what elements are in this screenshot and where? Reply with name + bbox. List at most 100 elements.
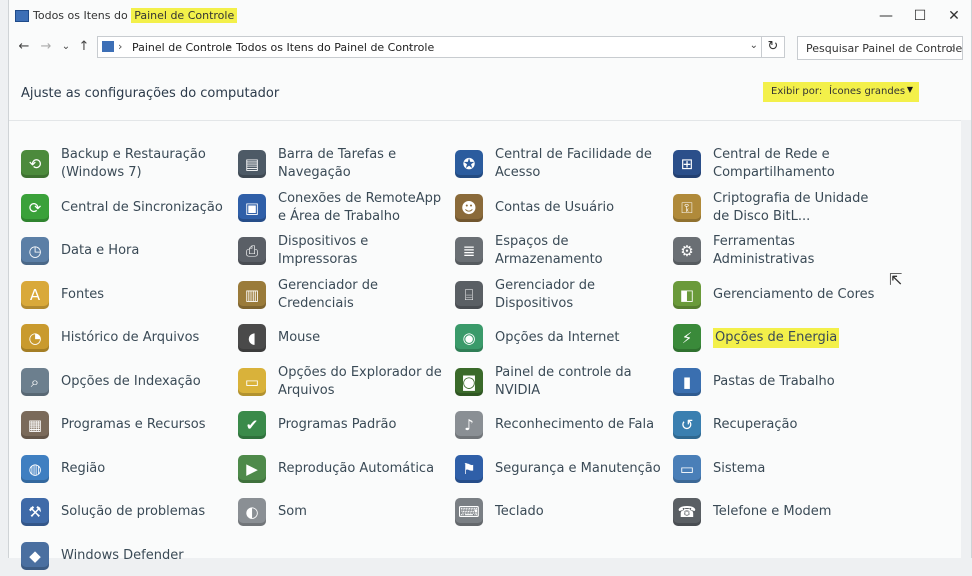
control-panel-item[interactable]: ✪ Central de Facilidade de Acesso <box>455 144 665 184</box>
control-panel-item-label[interactable]: Mouse <box>278 318 448 358</box>
control-panel-item[interactable]: ◍ Região <box>21 449 231 489</box>
control-panel-item-label[interactable]: Região <box>61 449 231 489</box>
control-panel-item-label[interactable]: Segurança e Manutenção <box>495 449 665 489</box>
view-by-value[interactable]: Ícones grandes <box>829 86 905 97</box>
address-dropdown-icon[interactable]: ⌄ <box>750 40 758 51</box>
control-panel-item[interactable]: ⟲ Backup e Restauração (Windows 7) <box>21 144 231 184</box>
control-panel-item-label[interactable]: Telefone e Modem <box>713 492 883 532</box>
view-by-selector[interactable]: Exibir por: Ícones grandes ▼ <box>763 82 919 102</box>
control-panel-item[interactable]: ◧ Gerenciamento de Cores <box>673 275 883 315</box>
control-panel-item[interactable]: ⌨ Teclado <box>455 492 665 532</box>
control-panel-item-label[interactable]: Programas e Recursos <box>61 405 231 445</box>
recent-locations-button[interactable]: ⌄ <box>57 38 75 56</box>
control-panel-item-label[interactable]: Solução de problemas <box>61 492 231 532</box>
item-label-text: Programas Padrão <box>278 417 397 432</box>
control-panel-item[interactable]: ▤ Barra de Tarefas e Navegação <box>238 144 448 184</box>
control-panel-item-label[interactable]: Ferramentas Administrativas <box>713 231 883 271</box>
control-panel-item[interactable]: ◙ Painel de controle da NVIDIA <box>455 362 665 402</box>
control-panel-item[interactable]: ≣ Espaços de Armazenamento <box>455 231 665 271</box>
control-panel-item[interactable]: ▦ Programas e Recursos <box>21 405 231 445</box>
control-panel-item[interactable]: ⎙ Dispositivos e Impressoras <box>238 231 448 271</box>
control-panel-item-label[interactable]: Gerenciador de Credenciais <box>278 275 448 315</box>
control-panel-item[interactable]: ⟳ Central de Sincronização <box>21 188 231 228</box>
minimize-button[interactable]: — <box>871 6 901 26</box>
control-panel-item[interactable]: ⌕ Opções de Indexação <box>21 362 231 402</box>
control-panel-item[interactable]: ✔ Programas Padrão <box>238 405 448 445</box>
control-panel-item-label[interactable]: Recuperação <box>713 405 883 445</box>
control-panel-item-label[interactable]: Gerenciador de Dispositivos <box>495 275 665 315</box>
control-panel-item[interactable]: ⚿ Criptografia de Unidade de Disco BitL..… <box>673 188 883 228</box>
control-panel-item[interactable]: ▥ Gerenciador de Credenciais <box>238 275 448 315</box>
control-panel-item-label[interactable]: Espaços de Armazenamento <box>495 231 665 271</box>
control-panel-item[interactable]: ◖ Mouse <box>238 318 448 358</box>
search-box[interactable]: Pesquisar Painel de Controle ⌕ <box>797 36 963 60</box>
control-panel-item-label[interactable]: Backup e Restauração (Windows 7) <box>61 144 231 184</box>
control-panel-item[interactable]: ⚙ Ferramentas Administrativas <box>673 231 883 271</box>
control-panel-item-label[interactable]: Teclado <box>495 492 665 532</box>
control-panel-item-label[interactable]: Histórico de Arquivos <box>61 318 231 358</box>
control-panel-item-label[interactable]: Data e Hora <box>61 231 231 271</box>
control-panel-item[interactable]: ◔ Histórico de Arquivos <box>21 318 231 358</box>
control-panel-item[interactable]: ♪ Reconhecimento de Fala <box>455 405 665 445</box>
control-panel-item-label[interactable]: Barra de Tarefas e Navegação <box>278 144 448 184</box>
control-panel-item[interactable]: A Fontes <box>21 275 231 315</box>
control-panel-item[interactable]: ⊞ Central de Rede e Compartilhamento <box>673 144 883 184</box>
control-panel-item[interactable]: ↺ Recuperação <box>673 405 883 445</box>
control-panel-item[interactable]: ⚑ Segurança e Manutenção <box>455 449 665 489</box>
control-panel-item-label[interactable]: Painel de controle da NVIDIA <box>495 362 665 402</box>
control-panel-item[interactable]: ⌸ Gerenciador de Dispositivos <box>455 275 665 315</box>
control-panel-item-label[interactable]: Opções do Explorador de Arquivos <box>278 362 448 402</box>
back-button[interactable]: ← <box>15 38 33 56</box>
item-label-text: Teclado <box>495 504 544 519</box>
refresh-button[interactable]: ↻ <box>761 36 785 58</box>
control-panel-item[interactable]: ▭ Opções do Explorador de Arquivos <box>238 362 448 402</box>
control-panel-item-label[interactable]: Contas de Usuário <box>495 188 665 228</box>
control-panel-item-label[interactable]: Conexões de RemoteApp e Área de Trabalho <box>278 188 448 228</box>
window-title-highlight: Painel de Controle <box>131 8 238 23</box>
control-panel-item-label[interactable]: Central de Rede e Compartilhamento <box>713 144 883 184</box>
search-icon[interactable]: ⌕ <box>949 41 956 56</box>
control-panel-item-label[interactable]: Opções de Indexação <box>61 362 231 402</box>
control-panel-item[interactable]: ⚡ Opções de Energia <box>673 318 883 358</box>
control-panel-item[interactable]: ◉ Opções da Internet <box>455 318 665 358</box>
control-panel-item-label[interactable]: Dispositivos e Impressoras <box>278 231 448 271</box>
control-panel-item[interactable]: ◐ Som <box>238 492 448 532</box>
control-panel-item[interactable]: ▮ Pastas de Trabalho <box>673 362 883 402</box>
search-input[interactable]: Pesquisar Painel de Controle <box>806 42 962 55</box>
control-panel-item[interactable]: ⚒ Solução de problemas <box>21 492 231 532</box>
control-panel-item[interactable]: ▶ Reprodução Automática <box>238 449 448 489</box>
forward-button[interactable]: → <box>37 38 55 56</box>
control-panel-item-label[interactable]: Fontes <box>61 275 231 315</box>
control-panel-item-label[interactable]: Reconhecimento de Fala <box>495 405 665 445</box>
control-panel-item-label[interactable]: Central de Sincronização <box>61 188 231 228</box>
maximize-button[interactable]: ☐ <box>905 6 935 26</box>
control-panel-item[interactable]: ☎ Telefone e Modem <box>673 492 883 532</box>
control-panel-item-label[interactable]: Windows Defender <box>61 536 231 576</box>
control-panel-item-label[interactable]: Central de Facilidade de Acesso <box>495 144 665 184</box>
admin-tools-icon: ⚙ <box>673 237 701 265</box>
control-panel-item[interactable]: ◆ Windows Defender <box>21 536 231 576</box>
control-panel-item[interactable]: ☻ Contas de Usuário <box>455 188 665 228</box>
breadcrumb-control-panel[interactable]: Painel de Controle <box>132 41 232 54</box>
control-panel-item-label[interactable]: Opções de Energia <box>713 318 883 358</box>
control-panel-item-label[interactable]: Programas Padrão <box>278 405 448 445</box>
chevron-down-icon[interactable]: ▼ <box>907 85 913 94</box>
control-panel-item-label[interactable]: Opções da Internet <box>495 318 665 358</box>
item-label-text: Ferramentas Administrativas <box>713 234 815 267</box>
control-panel-item-label[interactable]: Gerenciamento de Cores <box>713 275 883 315</box>
control-panel-item-label[interactable]: Reprodução Automática <box>278 449 448 489</box>
control-panel-item-label[interactable]: Pastas de Trabalho <box>713 362 883 402</box>
control-panel-item-label[interactable]: Criptografia de Unidade de Disco BitL... <box>713 188 883 228</box>
defender-icon: ◆ <box>21 542 49 570</box>
vertical-scrollbar[interactable] <box>961 120 971 558</box>
item-label-text: Barra de Tarefas e Navegação <box>278 147 397 180</box>
address-bar[interactable]: › Painel de Controle › Todos os Itens do… <box>97 36 765 58</box>
control-panel-item[interactable]: ▭ Sistema <box>673 449 883 489</box>
control-panel-item-label[interactable]: Sistema <box>713 449 883 489</box>
breadcrumb-all-items[interactable]: Todos os Itens do Painel de Controle <box>236 41 434 54</box>
control-panel-item-label[interactable]: Som <box>278 492 448 532</box>
control-panel-item[interactable]: ◷ Data e Hora <box>21 231 231 271</box>
control-panel-item[interactable]: ▣ Conexões de RemoteApp e Área de Trabalh… <box>238 188 448 228</box>
up-button[interactable]: ↑ <box>75 38 93 56</box>
close-button[interactable]: ✕ <box>939 6 969 26</box>
